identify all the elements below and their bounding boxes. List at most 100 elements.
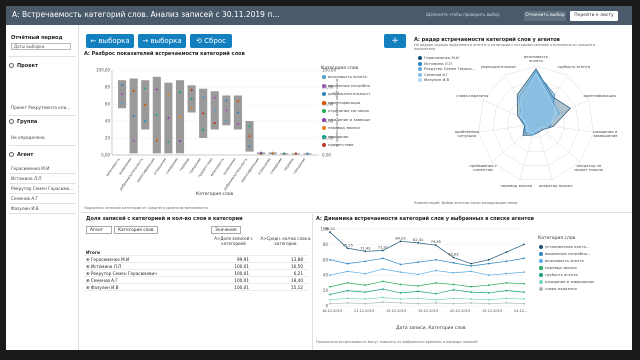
- radar-footer: Комментарий: Выбор агентов через выпадаю…: [414, 201, 518, 205]
- legend-swatch: [322, 143, 326, 147]
- agent-item[interactable]: Истомина Л.П: [11, 176, 76, 181]
- series-point: [346, 302, 349, 304]
- scatter-legend-item: вежливость агента: [322, 74, 370, 79]
- x-tick-label: 19.12.2019: [386, 309, 407, 313]
- point: [190, 88, 193, 91]
- group-value[interactable]: Не определена: [11, 135, 76, 140]
- row-name-text: Рекрутер Семен Герасимович: [90, 271, 157, 276]
- x-tick-label: прощание: [292, 157, 306, 174]
- series-point: [470, 291, 472, 294]
- col-words-header[interactable]: А>Средн. кол-во слов в категории: [258, 236, 313, 246]
- radar-axis-label: проблемная ситуация: [454, 129, 479, 139]
- x-tick-label: 24.12...: [514, 309, 528, 313]
- radar-axis-label: оператор просит: [538, 183, 573, 189]
- y-tick-label: 60: [105, 102, 111, 107]
- scatter-legend-item: прощание: [322, 134, 370, 139]
- dates-select[interactable]: Даты выборки: [11, 43, 71, 50]
- group-label: Группа: [17, 119, 38, 125]
- series-point: [452, 283, 455, 286]
- reset-button[interactable]: ⟲ Сброс: [190, 34, 232, 48]
- series-point: [329, 302, 331, 305]
- prev-selection-label: выборка: [98, 37, 130, 45]
- series-point: [364, 302, 367, 305]
- series-point: [434, 292, 437, 295]
- series-point: [382, 288, 384, 290]
- scatter-legend-item: выявление потребностей: [322, 83, 370, 88]
- point: [248, 125, 251, 128]
- legend-label: перевод звонка: [545, 265, 577, 270]
- series-point: [505, 302, 508, 304]
- point: [132, 89, 135, 93]
- agent-item[interactable]: Герасименко М.И: [11, 166, 76, 171]
- agent-item[interactable]: Рекрутер Семен Герасимо...: [11, 186, 76, 191]
- series-point: [382, 268, 384, 270]
- point: [294, 152, 297, 155]
- legend-swatch: [322, 92, 326, 96]
- reset-label: Сброс: [204, 37, 226, 45]
- next-selection-button[interactable]: → выборка: [138, 34, 186, 48]
- legend-swatch: [539, 245, 543, 249]
- agent-item[interactable]: Фазулин И.В: [11, 206, 76, 211]
- agent-item[interactable]: Семенов А.Г: [11, 196, 76, 201]
- series-point: [470, 265, 472, 267]
- scatter-legend-item: приветствие: [322, 142, 370, 147]
- legend-swatch: [539, 287, 543, 291]
- legend-label: выявление потребно...: [545, 251, 591, 256]
- search-icon[interactable]: [9, 119, 14, 124]
- values-filter-button[interactable]: Значения: [211, 226, 241, 234]
- series-point: [470, 262, 472, 265]
- x-tick-label: 19.12.2019: [418, 309, 439, 313]
- search-icon[interactable]: [9, 152, 14, 157]
- add-button[interactable]: +: [384, 34, 406, 48]
- series-point: [346, 282, 349, 284]
- line-legend-item: ожидание и завершение: [539, 279, 594, 284]
- point: [248, 145, 251, 148]
- radar-axis-label: оператор не может помочь: [574, 163, 604, 173]
- radar-chart: [478, 65, 594, 180]
- legend-swatch: [539, 273, 543, 277]
- legend-label: установление конта...: [545, 244, 590, 249]
- pivot-table: Итоги ⊕ Герасименко М.И 99,91 13,88 ⊕ Исто…: [84, 249, 309, 291]
- table-row[interactable]: ⊕ Фазулин И.В 100,01 15,12: [84, 284, 309, 291]
- table-row[interactable]: ⊕ Рекрутер Семен Герасимович 100,01 6,21: [84, 270, 309, 277]
- table-row[interactable]: Итоги: [84, 249, 309, 256]
- category-filter-button[interactable]: Категория слов: [114, 226, 158, 234]
- point: [120, 102, 124, 105]
- row-name-text: Истомина Л.П: [90, 264, 122, 269]
- point: [155, 88, 158, 91]
- series-point: [487, 262, 490, 265]
- series-line: [329, 231, 525, 265]
- legend-label: слова-паразиты: [545, 286, 578, 291]
- y-tick-label: 20: [105, 136, 111, 141]
- row-name: ⊕ Рекрутер Семен Герасимович: [86, 271, 157, 276]
- series-point: [487, 302, 490, 305]
- scatter-legend-item: перевод звонка: [322, 125, 370, 130]
- point: [283, 152, 286, 155]
- agent-filter-button[interactable]: Агент: [86, 226, 112, 234]
- clear-selection-button[interactable]: Отменить выбор: [524, 11, 566, 21]
- row-name-text: Герасименко М.И: [90, 257, 130, 262]
- table-row[interactable]: ⊕ Истомина Л.П 100,01 16,50: [84, 263, 309, 270]
- table-row[interactable]: ⊕ Семенов А.Г 100,01 18,40: [84, 277, 309, 284]
- row-share: 100,01: [234, 285, 249, 290]
- line-chart: 100806040200 96,0175,1571,43 71,9184,03 82…: [320, 227, 525, 309]
- row-words: 16,50: [291, 264, 303, 269]
- series-point: [523, 243, 525, 246]
- series-point: [417, 273, 420, 276]
- go-to-sheet-button[interactable]: Перейти к листу: [570, 11, 618, 21]
- series-point: [329, 231, 331, 233]
- col-share-header[interactable]: А>Доля записей с категорией: [211, 236, 256, 246]
- y-tick-label: 40: [105, 119, 111, 124]
- row-share: 100,01: [234, 278, 249, 283]
- project-value[interactable]: Проект Рекрутмента кли...: [11, 105, 76, 110]
- point: [120, 83, 124, 86]
- table-row[interactable]: ⊕ Герасименко М.И 99,91 13,88: [84, 256, 309, 263]
- search-icon[interactable]: [9, 63, 14, 68]
- point: [213, 109, 216, 112]
- prev-selection-button[interactable]: ← выборка: [86, 34, 134, 48]
- point: [213, 122, 216, 125]
- point: [202, 112, 205, 115]
- series-point: [399, 240, 402, 243]
- series-point: [523, 298, 525, 300]
- row-name: ⊕ Фазулин И.В: [86, 285, 119, 290]
